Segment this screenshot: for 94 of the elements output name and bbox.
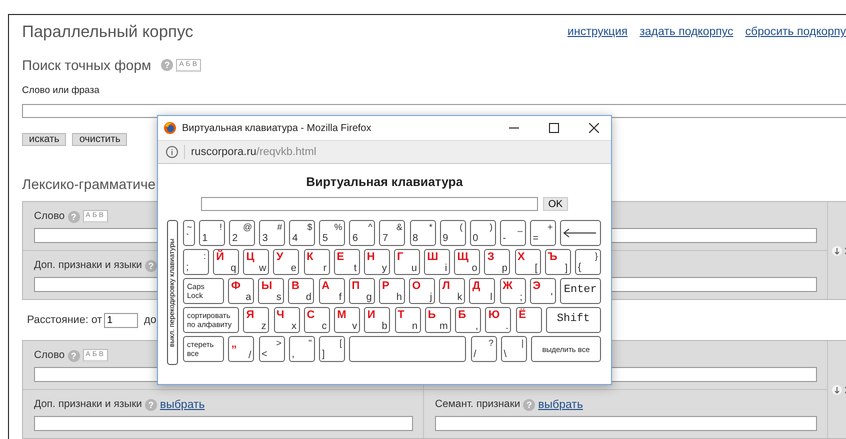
keyboard-key[interactable]: Ё [516, 307, 542, 333]
keyboard-key[interactable]: М v [334, 307, 360, 333]
keyboard-key[interactable]: Д l [469, 278, 496, 304]
keyboard-key[interactable]: Й q [213, 249, 240, 275]
distance-label: Расстояние: от [27, 314, 102, 326]
keyboard-key[interactable]: П g [348, 278, 375, 304]
keyboard-key[interactable]: Ы s [258, 278, 284, 304]
keyboard-key[interactable]: У e [273, 249, 300, 275]
browser-icon [164, 122, 176, 134]
header-link[interactable]: сбросить подкорпу [745, 26, 846, 38]
keyboard-key[interactable]: Enter [560, 278, 601, 304]
keyboard-key[interactable]: А f [318, 278, 345, 304]
keyboard-key[interactable]: Ь m [424, 307, 451, 333]
close-icon [589, 123, 599, 133]
keyboard-key[interactable]: Э ' [530, 278, 556, 304]
keyboard-key[interactable]: Ц w [243, 249, 270, 275]
keyboard-key[interactable]: Ю . [485, 307, 512, 333]
keyboard-key[interactable]: % 5 [319, 220, 346, 246]
page-title: Параллельный корпус [22, 22, 194, 42]
keyboard-key[interactable]: Ч x [274, 307, 300, 333]
backspace-key[interactable] [560, 220, 601, 246]
keyboard-key[interactable]: Ф a [228, 278, 254, 304]
keyboard-key[interactable]: Ж ; [500, 278, 526, 304]
keyboard-key[interactable]: _ - [500, 220, 526, 246]
keyboard-key[interactable]: } { [574, 249, 601, 275]
keyboard-key[interactable]: ) 0 [470, 220, 496, 246]
keyboard-key[interactable]: „ / [228, 336, 254, 362]
header-link[interactable]: инструкция [568, 26, 628, 38]
input-field[interactable] [34, 416, 413, 431]
keyboard-key[interactable]: И b [364, 307, 390, 333]
keyboard-key[interactable]: О j [409, 278, 436, 304]
field-label: Семант. признаки [435, 399, 520, 410]
section-title: Лексико-грамматиче [22, 176, 156, 192]
keyboard-input[interactable] [201, 197, 538, 211]
field-label: Слово или фраза [22, 85, 100, 96]
header-link[interactable]: задать подкорпус [640, 26, 734, 38]
keyboard-key[interactable]: С c [304, 307, 330, 333]
keyboard-key[interactable]: Т n [394, 307, 421, 333]
ok-button[interactable]: OK [543, 197, 568, 211]
keyboard-key[interactable]: [ ] [319, 336, 345, 362]
field-label: Слово [34, 350, 65, 361]
keyboard-key[interactable]: " , [288, 336, 315, 362]
window-title: Виртуальная клавиатура - Mozilla Firefox [182, 122, 372, 134]
form-button[interactable]: искать [22, 133, 66, 146]
keyboard-key[interactable]: Л k [439, 278, 466, 304]
keyboard-key[interactable]: В d [288, 278, 314, 304]
keyboard-key[interactable]: ~ ` [183, 220, 195, 246]
field-label: Доп. признаки и языки [34, 399, 142, 410]
keyboard-key[interactable]: & 7 [379, 220, 406, 246]
field-label: Доп. признаки и языки [34, 260, 142, 271]
keyboard-key[interactable]: * 8 [410, 220, 436, 246]
select-link[interactable]: выбрать [160, 398, 205, 410]
keyboard-key[interactable]: ^ 6 [349, 220, 376, 246]
form-button[interactable]: очистить [72, 133, 128, 146]
keyboard-key[interactable]: Н y [364, 249, 390, 275]
keyboard-key[interactable]: Я z [243, 307, 270, 333]
url-host: ruscorpora.ru [191, 146, 256, 158]
keyboard-key[interactable]: Ъ ] [544, 249, 571, 275]
keyboard-key[interactable]: ! 1 [199, 220, 226, 246]
keyboard-key[interactable]: Shift [546, 307, 601, 333]
url-path: /reqvkb.html [256, 146, 316, 158]
maximize-icon [549, 123, 559, 133]
arrow-down-icon[interactable] [832, 246, 842, 256]
distance-input[interactable]: 1 [104, 312, 138, 328]
keyboard-key[interactable]: + = [530, 220, 556, 246]
keyboard-key[interactable]: @ 2 [229, 220, 256, 246]
keyboard-key[interactable]: # 3 [259, 220, 286, 246]
keyboard-key[interactable]: ? / [470, 336, 496, 362]
keyboard-key[interactable]: $ 4 [289, 220, 316, 246]
keyboard-key[interactable]: Р h [378, 278, 405, 304]
keyboard-key[interactable]: Г u [394, 249, 420, 275]
keyboard-key[interactable]: ( 9 [440, 220, 466, 246]
distance-label: до [144, 314, 156, 326]
keyboard-key[interactable]: : ; [183, 249, 209, 275]
keyboard-title: Виртуальная клавиатура [306, 175, 463, 189]
left-arrow-icon [563, 228, 598, 238]
info-icon [166, 146, 178, 158]
keyboard-key[interactable]: Б , [455, 307, 482, 333]
keyboard-key[interactable]: Х [ [514, 249, 541, 275]
keyboard-key[interactable]: З p [484, 249, 510, 275]
input-field[interactable] [435, 416, 817, 431]
section-title: Поиск точных форм [22, 57, 152, 73]
keyboard-key[interactable]: Ш i [424, 249, 450, 275]
address-bar[interactable]: ruscorpora.ru/reqvkb.html [158, 140, 611, 164]
keyboard-key[interactable]: Щ o [454, 249, 480, 275]
select-link[interactable]: выбрать [538, 398, 583, 410]
arrow-down-icon[interactable] [832, 384, 842, 394]
keyboard-key[interactable]: | \ [500, 336, 527, 362]
field-label: Слово [34, 211, 65, 222]
keyboard-key[interactable]: > < [258, 336, 284, 362]
minimize-icon [509, 127, 519, 129]
keyboard-key[interactable]: К r [304, 249, 330, 275]
keyboard-key[interactable]: Е t [334, 249, 360, 275]
space-key[interactable] [349, 336, 466, 362]
